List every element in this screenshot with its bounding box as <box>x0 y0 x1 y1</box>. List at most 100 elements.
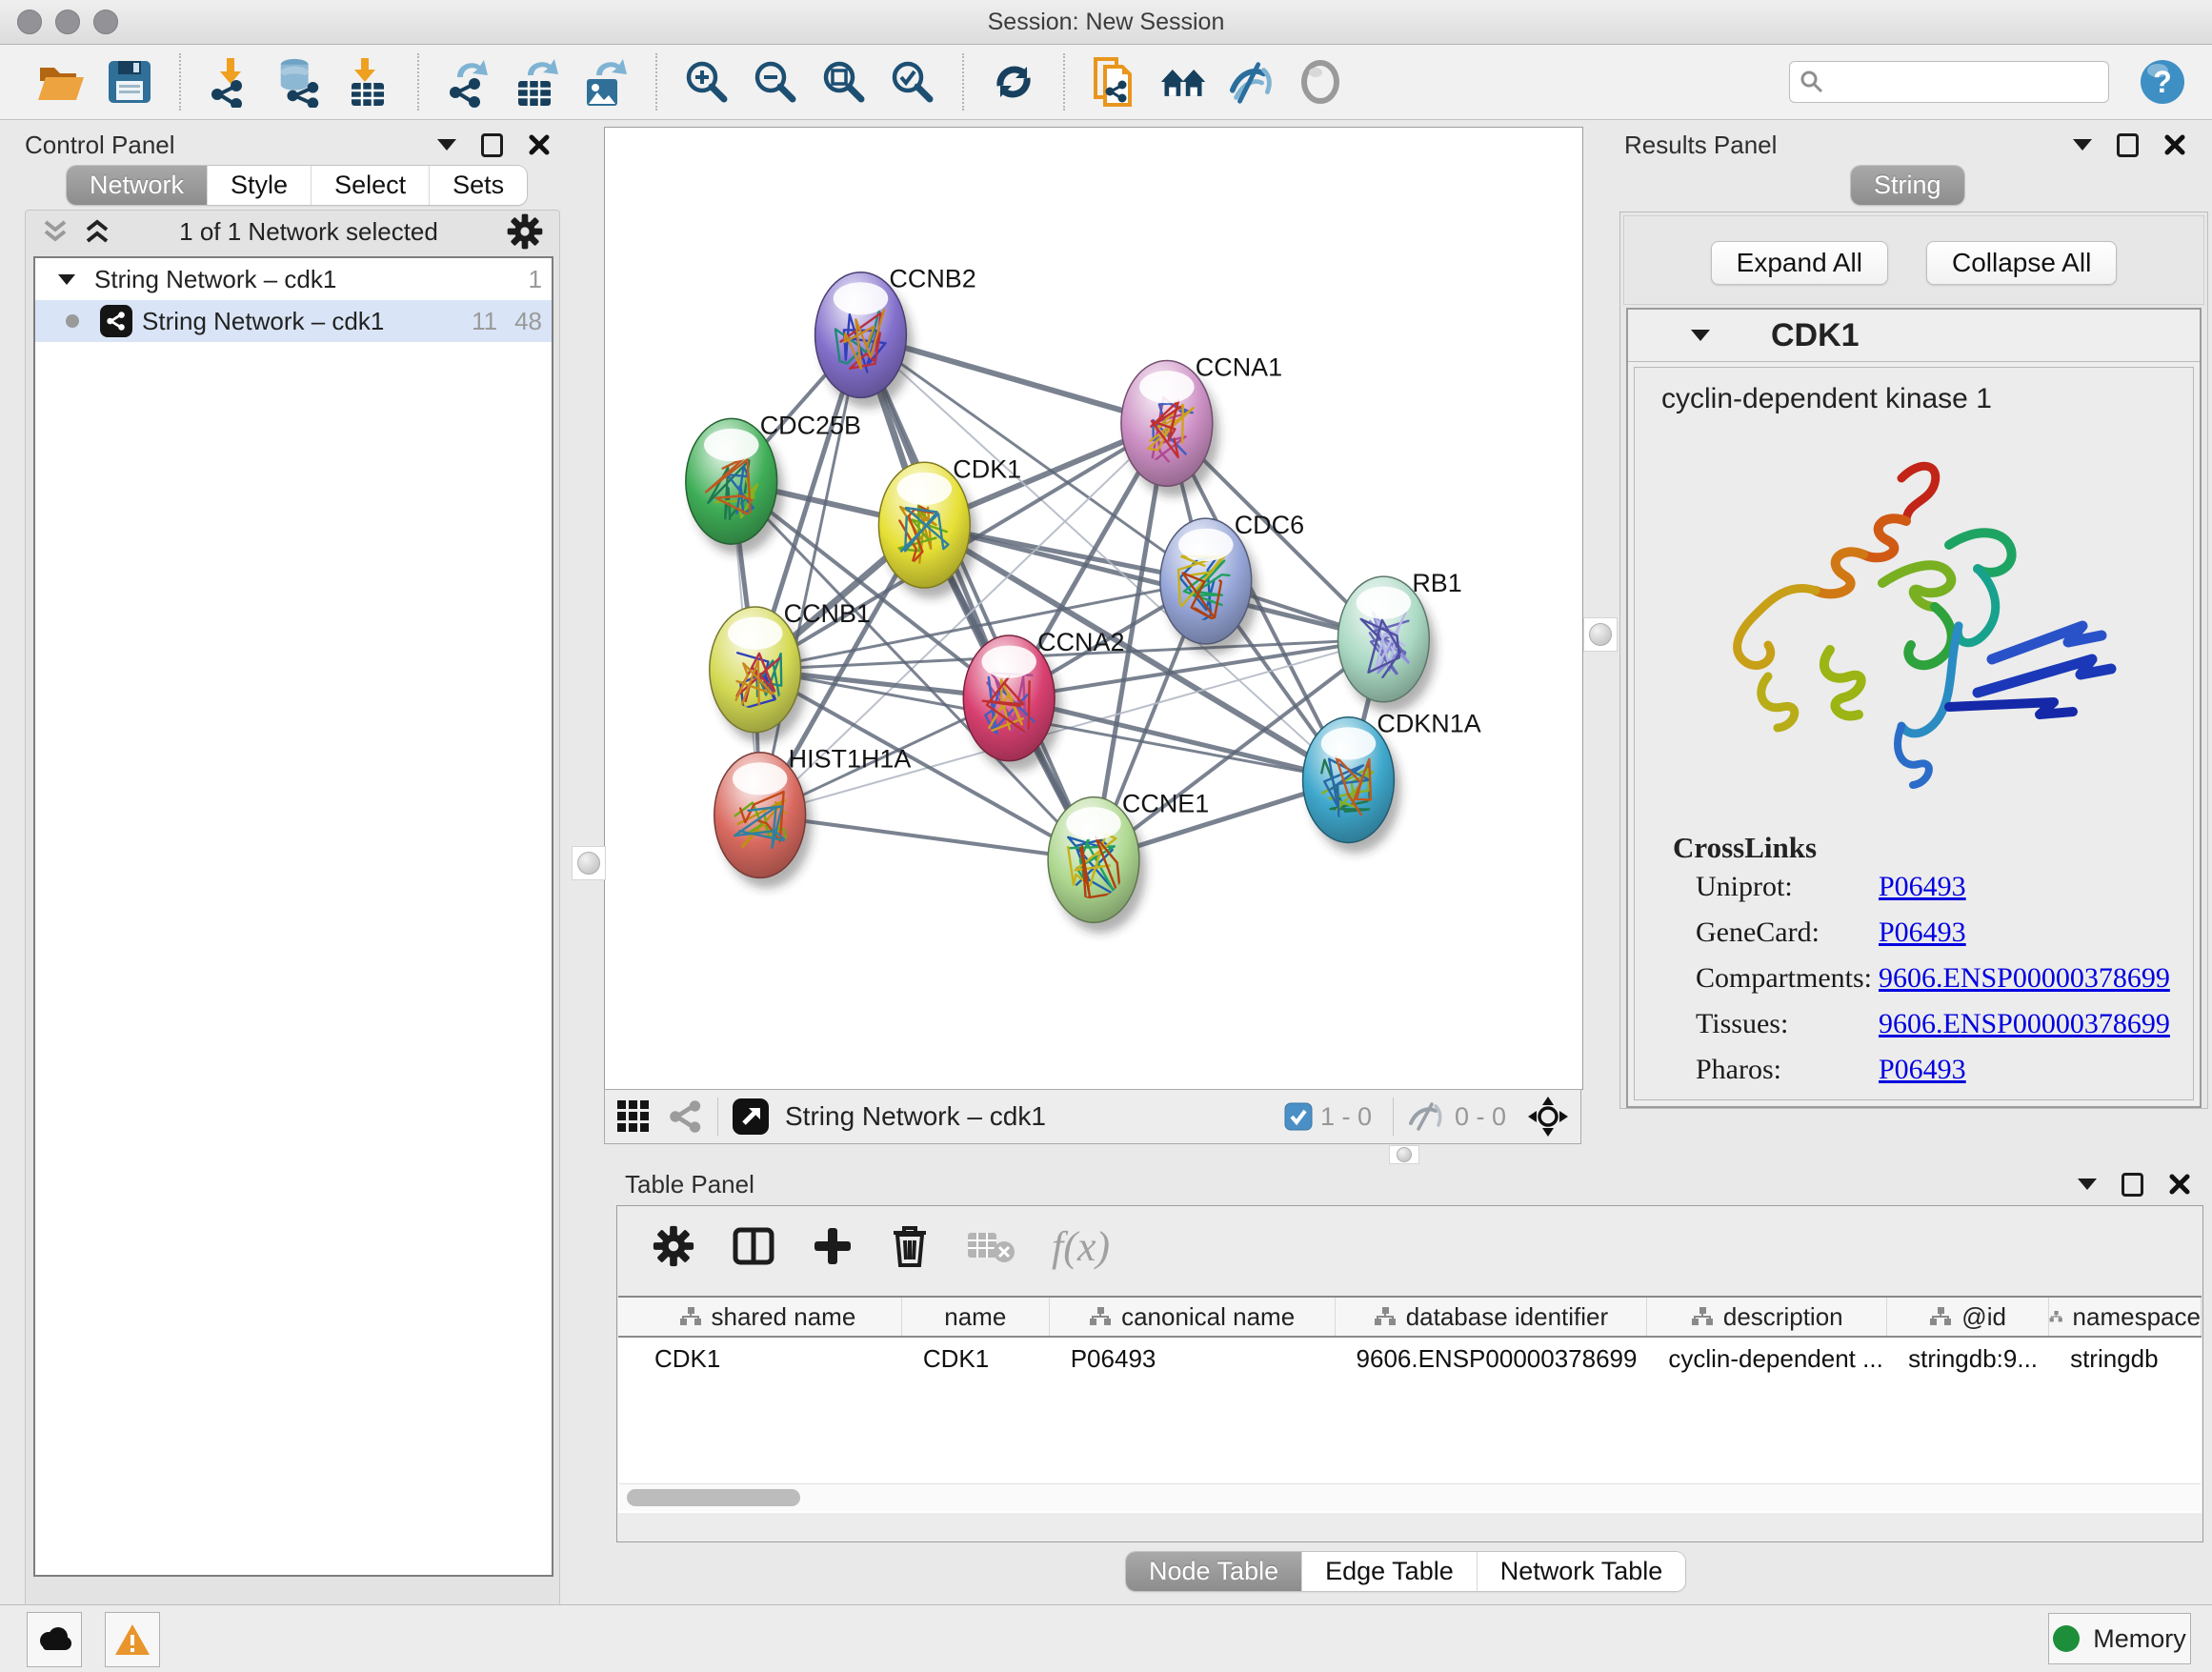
close-panel-icon[interactable] <box>528 133 551 156</box>
panel-menu-icon[interactable] <box>2078 1178 2097 1190</box>
hide-selected-eye-icon[interactable] <box>1227 57 1277 107</box>
expand-all-button[interactable]: Expand All <box>1711 241 1888 285</box>
hidden-eye-slash-icon[interactable] <box>1407 1102 1447 1131</box>
open-folder-icon[interactable] <box>36 57 86 107</box>
import-database-icon[interactable] <box>274 57 324 107</box>
node-CDC25B[interactable]: CDC25B <box>686 411 861 554</box>
collapse-all-button[interactable]: Collapse All <box>1926 241 2117 285</box>
export-table-icon[interactable] <box>513 57 562 107</box>
node-CDK1[interactable]: CDK1 <box>878 454 1021 598</box>
search-input[interactable] <box>1824 68 2095 96</box>
edge-CCNB2-HIST1H1A[interactable] <box>760 335 861 816</box>
node-CCNA2[interactable]: CCNA2 <box>963 628 1124 772</box>
node-label-HIST1H1A: HIST1H1A <box>789 745 912 774</box>
crosslink-label: Compartments: <box>1696 962 1875 995</box>
left-splitter-handle[interactable] <box>572 846 606 880</box>
edge-CCNB2-CCNE1[interactable] <box>860 335 1094 860</box>
network-collection-row[interactable]: String Network – cdk1 1 <box>35 258 552 300</box>
table-settings-gear-icon[interactable] <box>652 1224 695 1268</box>
collapse-all-icon[interactable] <box>41 218 70 245</box>
tab-sets[interactable]: Sets <box>429 166 527 205</box>
zoom-selected-icon[interactable] <box>888 57 937 107</box>
refresh-icon[interactable] <box>989 57 1038 107</box>
panel-menu-icon[interactable] <box>437 139 456 151</box>
network-row[interactable]: String Network – cdk1 11 48 <box>35 300 552 342</box>
table-horizontal-scrollbar[interactable] <box>619 1483 2201 1511</box>
column-header-canonical-name[interactable]: canonical name <box>1050 1298 1336 1336</box>
export-network-icon[interactable] <box>444 57 493 107</box>
add-column-icon[interactable] <box>812 1225 854 1267</box>
table-row[interactable]: CDK1CDK1P064939606.ENSP00000378699cyclin… <box>618 1338 2202 1380</box>
float-panel-icon[interactable] <box>2122 1173 2143 1197</box>
node-CDC6[interactable]: CDC6 <box>1160 511 1304 655</box>
selected-nodes-checkbox-icon[interactable] <box>1284 1102 1313 1131</box>
show-columns-icon[interactable] <box>732 1224 775 1268</box>
table-cell: stringdb <box>2049 1338 2202 1380</box>
column-header-database-identifier[interactable]: database identifier <box>1336 1298 1648 1336</box>
tab-string[interactable]: String <box>1851 166 1964 205</box>
show-all-eye-icon[interactable] <box>1296 57 1345 107</box>
results-panel: Results Panel String Expand All Collapse… <box>1605 126 2205 1155</box>
column-header--id[interactable]: @id <box>1887 1298 2049 1336</box>
open-in-new-window-icon[interactable] <box>732 1098 770 1136</box>
column-header-shared-name[interactable]: shared name <box>633 1298 902 1336</box>
import-network-icon[interactable] <box>206 57 255 107</box>
zoom-in-icon[interactable] <box>682 57 732 107</box>
close-panel-icon[interactable] <box>2168 1173 2191 1196</box>
right-splitter-handle[interactable] <box>1583 617 1618 652</box>
horizontal-splitter-handle[interactable] <box>1389 1145 1419 1164</box>
expand-all-icon[interactable] <box>83 218 111 245</box>
minimize-window-button[interactable] <box>55 10 80 34</box>
warnings-button[interactable] <box>105 1612 160 1667</box>
node-CDKN1A[interactable]: CDKN1A <box>1303 710 1481 854</box>
section-collapse-icon[interactable] <box>1691 330 1710 341</box>
crosslink-link[interactable]: P06493 <box>1879 1054 1966 1086</box>
network-overview-icon[interactable] <box>668 1098 704 1135</box>
cloud-button[interactable] <box>27 1612 82 1667</box>
crosslinks-title: CrossLinks <box>1673 831 2193 865</box>
tab-node-table[interactable]: Node Table <box>1126 1552 1301 1591</box>
tab-edge-table[interactable]: Edge Table <box>1301 1552 1477 1591</box>
column-header-name[interactable]: name <box>902 1298 1050 1336</box>
delete-column-icon[interactable] <box>890 1223 930 1269</box>
column-header-namespace[interactable]: namespace <box>2049 1298 2202 1336</box>
tree-expand-icon[interactable] <box>58 274 75 285</box>
gear-icon[interactable] <box>506 212 544 251</box>
clone-network-icon[interactable] <box>1090 57 1139 107</box>
tab-style[interactable]: Style <box>207 166 311 205</box>
crosslink-link[interactable]: 9606.ENSP00000378699 <box>1879 962 2170 995</box>
zoom-out-icon[interactable] <box>751 57 800 107</box>
close-panel-icon[interactable] <box>2163 133 2186 156</box>
grid-view-icon[interactable] <box>616 1099 651 1134</box>
save-session-icon[interactable] <box>105 57 154 107</box>
tab-select[interactable]: Select <box>311 166 429 205</box>
crosslink-link[interactable]: P06493 <box>1879 871 1966 903</box>
zoom-fit-icon[interactable] <box>819 57 869 107</box>
crosslink-link[interactable]: P06493 <box>1879 917 1966 949</box>
node-section-header[interactable]: CDK1 <box>1628 310 2200 362</box>
node-CCNA1[interactable]: CCNA1 <box>1121 353 1282 496</box>
search-field[interactable] <box>1789 61 2109 103</box>
tab-network[interactable]: Network <box>67 166 207 205</box>
node-CCNB2[interactable]: CCNB2 <box>815 265 976 409</box>
memory-button[interactable]: Memory <box>2048 1613 2191 1664</box>
help-icon[interactable]: ? <box>2138 57 2187 107</box>
scrollbar-thumb[interactable] <box>627 1489 800 1506</box>
node-CCNE1[interactable]: CCNE1 <box>1048 790 1209 934</box>
float-panel-icon[interactable] <box>2117 133 2139 157</box>
tab-network-table[interactable]: Network Table <box>1477 1552 1686 1591</box>
column-header-description[interactable]: description <box>1647 1298 1887 1336</box>
maximize-window-button[interactable] <box>93 10 118 34</box>
import-table-icon[interactable] <box>343 57 392 107</box>
pan-crosshair-icon[interactable] <box>1527 1096 1569 1138</box>
node-RB1[interactable]: RB1 <box>1337 569 1461 713</box>
network-view[interactable]: CCNB2 CCNA1 CDC25BCDK1 CDC6 RB1 CCNB1 CCNA2 CDK… <box>604 127 1583 1090</box>
close-window-button[interactable] <box>17 10 42 34</box>
node-HIST1H1A[interactable]: HIST1H1A <box>714 745 912 889</box>
crosslink-link[interactable]: 9606.ENSP00000378699 <box>1879 1008 2170 1040</box>
node-label-CCNB1: CCNB1 <box>784 599 871 628</box>
export-image-icon[interactable] <box>581 57 631 107</box>
home-icon[interactable] <box>1158 57 1208 107</box>
float-panel-icon[interactable] <box>481 133 503 157</box>
panel-menu-icon[interactable] <box>2073 139 2092 151</box>
